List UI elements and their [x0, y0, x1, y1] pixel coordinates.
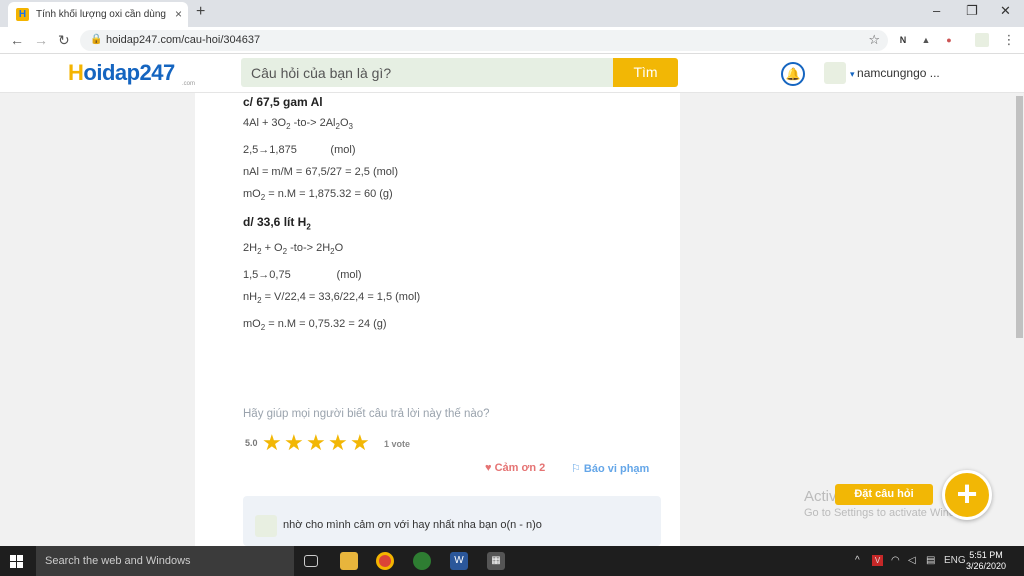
- extension-shield-icon[interactable]: ●: [942, 33, 956, 47]
- close-window-button[interactable]: ✕: [1000, 3, 1011, 19]
- activate-windows-title: Activ: [804, 488, 837, 505]
- back-arrow-icon[interactable]: ←: [10, 32, 24, 48]
- part-c-nal: nAl = m/M = 67,5/27 = 2,5 (mol): [243, 166, 398, 178]
- vote-count: 1 vote: [384, 439, 411, 449]
- rating-star-icon[interactable]: ★: [306, 430, 326, 456]
- url-field[interactable]: 🔒 hoidap247.com/cau-hoi/304637 ☆: [80, 30, 888, 51]
- clock-date: 3/26/2020: [965, 561, 1007, 571]
- rating-star-icon[interactable]: ★: [350, 430, 370, 456]
- tray-chevron-up-icon[interactable]: ^: [855, 555, 860, 566]
- app-grid-icon[interactable]: ▦: [487, 552, 505, 570]
- part-c-mol-ratio: 2,5→1,875 (mol): [243, 144, 356, 156]
- comment-text: nhờ cho mình cảm ơn với hay nhất nha bạn…: [283, 519, 542, 531]
- rating-prompt: Hãy giúp mọi người biết câu trả lời này …: [243, 408, 490, 420]
- address-bar-row: ← → ↻ 🔒 hoidap247.com/cau-hoi/304637 ☆ N…: [0, 27, 1024, 54]
- part-d-nh2: nH2 = V/22,4 = 33,6/22,4 = 1,5 (mol): [243, 291, 421, 306]
- part-c-mo2: mO2 = n.M = 1,875.32 = 60 (g): [243, 188, 393, 203]
- part-d-mol-ratio: 1,5→0,75 (mol): [243, 269, 362, 281]
- taskbar-search-input[interactable]: Search the web and Windows: [36, 546, 294, 576]
- tray-antivirus-icon[interactable]: V: [872, 555, 883, 566]
- maximize-button[interactable]: ❐: [966, 3, 978, 19]
- minimize-button[interactable]: –: [933, 3, 940, 18]
- file-explorer-icon[interactable]: [340, 552, 358, 570]
- windows-start-icon[interactable]: [10, 555, 23, 568]
- tray-language[interactable]: ENG: [944, 555, 966, 566]
- chrome-icon[interactable]: [376, 552, 394, 570]
- rating-star-icon[interactable]: ★: [284, 430, 304, 456]
- heart-icon: ♥: [485, 462, 495, 474]
- clock-time: 5:51 PM: [969, 550, 1003, 560]
- site-header: Hoidap247 .com Câu hỏi của bạn là gì? Tì…: [0, 54, 1024, 93]
- user-menu[interactable]: ▾ namcungngo ...: [850, 66, 940, 80]
- browser-tab-bar: H Tính khối lượng oxi cần dùng để × + – …: [0, 0, 1024, 27]
- rating-star-icon[interactable]: ★: [328, 430, 348, 456]
- profile-avatar-icon[interactable]: [975, 33, 989, 47]
- question-search-input[interactable]: Câu hỏi của bạn là gì?: [241, 58, 613, 87]
- rating-score: 5.0: [245, 438, 258, 448]
- tray-volume-icon[interactable]: ◁: [908, 555, 916, 566]
- forward-arrow-icon[interactable]: →: [34, 32, 48, 48]
- search-button[interactable]: Tìm: [613, 58, 678, 87]
- commenter-avatar: [255, 515, 277, 537]
- site-logo[interactable]: Hoidap247: [68, 60, 175, 86]
- comment-box: nhờ cho mình cảm ơn với hay nhất nha bạn…: [243, 496, 661, 546]
- browser-tab[interactable]: H Tính khối lượng oxi cần dùng để ×: [8, 2, 188, 27]
- ask-question-button[interactable]: Đặt câu hỏi: [835, 484, 933, 505]
- chevron-down-icon: ▾: [850, 69, 858, 79]
- url-text: hoidap247.com/cau-hoi/304637: [106, 34, 261, 46]
- tab-close-icon[interactable]: ×: [175, 7, 182, 21]
- windows-taskbar: Search the web and Windows W ▦ ^ V ◠ ◁ ▤…: [0, 546, 1024, 576]
- extension-ni-icon[interactable]: N: [896, 33, 910, 47]
- thanks-button[interactable]: ♥ Cảm ơn 2: [485, 462, 545, 474]
- report-button[interactable]: ⚐ Báo vi phạm: [571, 462, 649, 475]
- reload-icon[interactable]: ↻: [58, 32, 70, 49]
- hoidap-favicon-icon: H: [16, 8, 29, 21]
- part-d-title: d/ 33,6 lít H2: [243, 215, 311, 232]
- bookmark-star-icon[interactable]: ☆: [868, 32, 880, 48]
- app-green-icon[interactable]: [413, 552, 431, 570]
- menu-kebab-icon[interactable]: ⋮: [1002, 33, 1016, 47]
- tab-title: Tính khối lượng oxi cần dùng để: [36, 9, 168, 20]
- notification-bell-icon[interactable]: 🔔: [781, 62, 805, 86]
- taskbar-clock[interactable]: 5:51 PM 3/26/2020: [965, 550, 1007, 572]
- tray-notification-icon[interactable]: ▤: [926, 555, 935, 566]
- answer-card: c/ 67,5 gam Al 4Al + 3O2 -to-> 2Al2O3 2,…: [195, 93, 680, 546]
- logo-domain: .com: [182, 81, 196, 87]
- part-c-title: c/ 67,5 gam Al: [243, 95, 323, 109]
- task-view-icon[interactable]: [304, 555, 318, 567]
- new-tab-button[interactable]: +: [196, 3, 205, 21]
- part-d-mo2: mO2 = n.M = 0,75.32 = 24 (g): [243, 318, 387, 333]
- extension-a-icon[interactable]: ▲: [919, 33, 933, 47]
- scrollbar-thumb[interactable]: [1016, 96, 1023, 338]
- lock-icon: 🔒: [90, 34, 103, 45]
- part-c-equation: 4Al + 3O2 -to-> 2Al2O3: [243, 117, 353, 132]
- tray-wifi-icon[interactable]: ◠: [891, 555, 900, 566]
- user-avatar[interactable]: [824, 62, 846, 84]
- part-d-equation: 2H2 + O2 -to-> 2H2O: [243, 242, 344, 257]
- add-question-plus-icon[interactable]: +: [942, 470, 992, 520]
- flag-icon: ⚐: [571, 463, 584, 475]
- rating-star-icon[interactable]: ★: [262, 430, 282, 456]
- word-icon[interactable]: W: [450, 552, 468, 570]
